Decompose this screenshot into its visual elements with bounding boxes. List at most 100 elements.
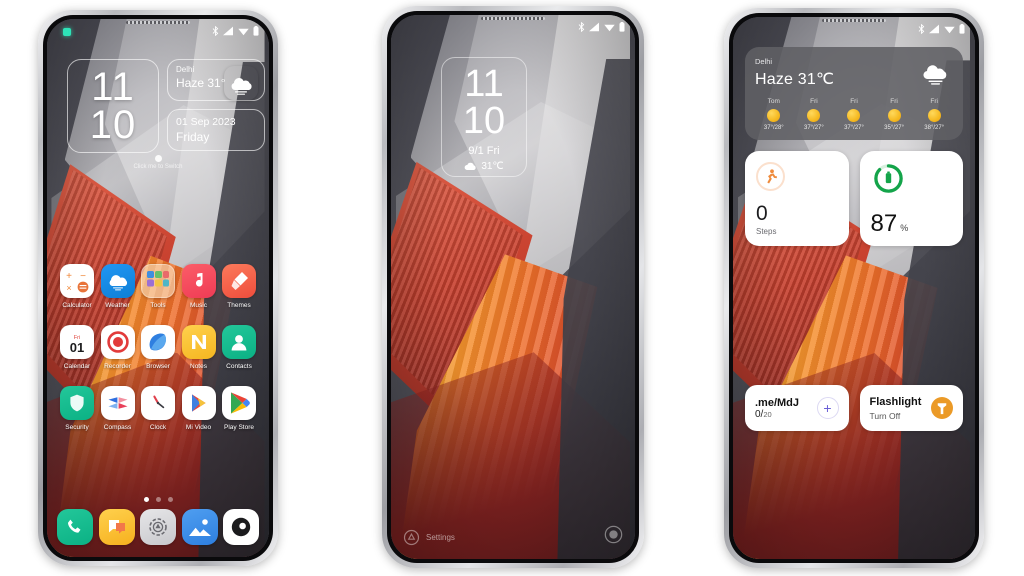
flashlight-state: Turn Off: [869, 410, 901, 421]
date-widget[interactable]: 01 Sep 2023 Friday: [167, 109, 265, 151]
earpiece-speaker: [822, 19, 886, 22]
app-themes[interactable]: Themes: [219, 264, 259, 309]
weather-widget[interactable]: Delhi Haze 31°: [167, 59, 265, 101]
svg-text:×: ×: [66, 283, 71, 293]
calendar-day-num: 01: [69, 339, 85, 355]
app-music[interactable]: Music: [179, 264, 219, 309]
app-label: Music: [190, 302, 207, 309]
phone-1-bezel: 11 10 Delhi Haze 31° 01 Sep 2023 Friday …: [43, 15, 273, 561]
notes-icon: [181, 325, 216, 359]
page-dot[interactable]: [143, 497, 149, 502]
app-label: Themes: [227, 302, 251, 309]
phone-3-screen[interactable]: Delhi Haze 31℃ Tom 37°/28° Fri 37°/27° F…: [733, 17, 975, 559]
app-label: Calendar: [63, 363, 91, 370]
notes-widget[interactable]: .me/MdJ 0/20 +: [745, 385, 849, 431]
switch-hint[interactable]: Click me to Switch: [47, 155, 269, 170]
gallery-icon[interactable]: [181, 509, 218, 545]
tools-folder-icon: [141, 264, 175, 298]
app-contacts[interactable]: Contacts: [219, 325, 259, 370]
app-row-2: Fri 01 Calendar Recorder Browser Notes C…: [57, 325, 259, 370]
flashlight-widget[interactable]: Flashlight Turn Off: [859, 385, 963, 431]
bluetooth-icon: [212, 26, 219, 36]
app-calculator[interactable]: + − × Calculator: [57, 264, 97, 309]
app-label: Calculator: [62, 302, 92, 309]
app-label: Mi Video: [185, 424, 212, 431]
haze-cloud-icon: [918, 57, 952, 92]
forecast-day-name: Fri: [810, 98, 818, 105]
dock: [57, 509, 259, 545]
lockscreen-clock-widget[interactable]: 11 10 9/1 Fri 31℃: [441, 57, 527, 177]
sun-icon: [887, 109, 901, 122]
settings-gear-icon[interactable]: [140, 509, 176, 545]
battery-icon: [959, 24, 965, 34]
page-dot[interactable]: [167, 497, 173, 502]
settings-shortcut-icon: [403, 529, 420, 545]
app-row-3: Security Compass Clock Mi Video Play Sto…: [57, 386, 259, 431]
phone-3: Delhi Haze 31℃ Tom 37°/28° Fri 37°/27° F…: [724, 8, 984, 568]
signal-icon: [929, 24, 939, 34]
steps-widget[interactable]: 0 Steps: [745, 151, 849, 246]
mi-video-icon: [181, 386, 216, 420]
bluetooth-icon: [578, 22, 585, 32]
lock-weather: 31℃: [464, 161, 504, 172]
forecast-day-name: Fri: [850, 98, 858, 105]
widget-stack: Delhi Haze 31℃ Tom 37°/28° Fri 37°/27° F…: [745, 47, 963, 246]
notes-title: .me/MdJ: [755, 396, 800, 409]
calendar-icon: Fri 01: [60, 325, 94, 359]
phone-3-bezel: Delhi Haze 31℃ Tom 37°/28° Fri 37°/27° F…: [729, 13, 979, 563]
battery-value: 87: [870, 210, 898, 237]
svg-text:−: −: [80, 271, 86, 282]
page-indicator[interactable]: [47, 497, 269, 502]
plus-icon[interactable]: +: [816, 397, 839, 419]
app-browser[interactable]: Browser: [138, 325, 178, 370]
camera-icon[interactable]: [223, 509, 259, 545]
earpiece-speaker: [126, 21, 190, 24]
running-person-icon: [756, 162, 785, 191]
security-shield-icon: [60, 386, 94, 420]
app-compass[interactable]: Compass: [98, 386, 138, 431]
browser-icon: [141, 325, 175, 359]
app-play-store[interactable]: Play Store: [219, 386, 259, 431]
lock-date: 9/1 Fri: [468, 144, 500, 157]
music-icon: [181, 264, 216, 298]
app-notes[interactable]: Notes: [179, 325, 219, 370]
app-label: Contacts: [226, 363, 252, 370]
app-tools[interactable]: Tools: [138, 264, 178, 309]
weather-forecast: Tom 37°/28° Fri 37°/27° Fri 37°/27° Fri …: [755, 98, 953, 131]
page-dot[interactable]: [155, 497, 161, 502]
app-calendar[interactable]: Fri 01 Calendar: [57, 325, 97, 370]
widget-row-3: .me/MdJ 0/20 + Flashlight Turn Off: [745, 385, 963, 431]
battery-widget[interactable]: 87 %: [859, 151, 963, 246]
app-label: Notes: [190, 363, 207, 370]
calculator-icon: + − ×: [60, 264, 94, 298]
settings-shortcut[interactable]: Settings: [403, 529, 455, 546]
phone-icon[interactable]: [57, 509, 93, 545]
widget-row-2: 0 Steps 87 %: [745, 151, 963, 246]
app-label: Play Store: [224, 424, 254, 431]
svg-text:+: +: [66, 271, 72, 282]
app-recorder[interactable]: Recorder: [98, 325, 138, 370]
app-weather[interactable]: Weather: [98, 264, 138, 309]
screenshot-stage: 11 10 Delhi Haze 31° 01 Sep 2023 Friday …: [0, 0, 1024, 576]
messages-icon[interactable]: [98, 509, 135, 545]
forecast-temps: 37°/28°: [763, 125, 784, 131]
forecast-day: Fri 37°/27°: [835, 98, 873, 131]
forecast-temps: 37°/27°: [844, 125, 864, 131]
clock-widget[interactable]: 11 10: [67, 59, 159, 153]
app-clock[interactable]: Clock: [138, 386, 178, 431]
steps-label: Steps: [756, 227, 777, 236]
app-row-1: + − × Calculator Weather Tools Music The…: [57, 264, 259, 309]
phone-1-screen[interactable]: 11 10 Delhi Haze 31° 01 Sep 2023 Friday …: [47, 19, 269, 557]
clock-icon: [141, 386, 175, 420]
app-label: Compass: [103, 424, 132, 431]
app-mi-video[interactable]: Mi Video: [179, 386, 219, 431]
sun-icon: [807, 109, 821, 122]
weather-widget[interactable]: Delhi Haze 31℃ Tom 37°/28° Fri 37°/27° F…: [745, 47, 963, 140]
phone-2-screen[interactable]: 11 10 9/1 Fri 31℃ Settings: [391, 15, 635, 559]
app-security[interactable]: Security: [57, 386, 97, 431]
cloud-icon: [464, 162, 476, 170]
camera-shortcut[interactable]: [604, 525, 623, 549]
notes-count: 0/20: [755, 409, 799, 420]
lock-hours: 11: [464, 63, 504, 106]
flashlight-icon[interactable]: [931, 397, 953, 419]
